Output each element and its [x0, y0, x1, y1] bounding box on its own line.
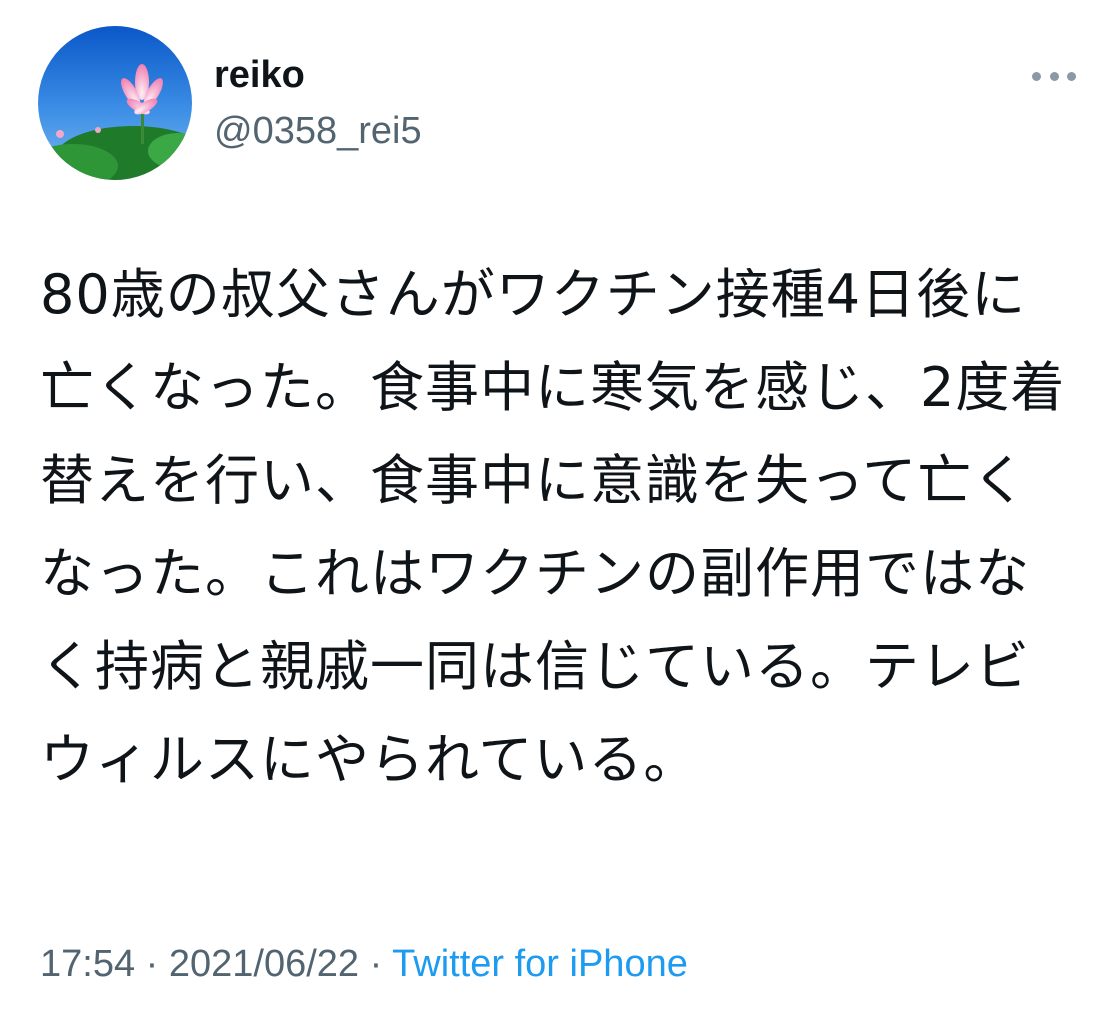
- tweet-metadata: 17:54 · 2021/06/22 · Twitter for iPhone: [40, 940, 688, 988]
- more-horizontal-icon-dot: [1067, 71, 1076, 81]
- author-handle[interactable]: @0358_rei5: [214, 108, 422, 154]
- author-name[interactable]: reiko: [214, 52, 305, 98]
- meta-separator: ·: [359, 943, 393, 985]
- tweet-text: 80歳の叔父さんがワクチン接種4日後に亡くなった。食事中に寒気を感じ、2度着替え…: [40, 263, 1066, 791]
- avatar[interactable]: [38, 26, 192, 180]
- tweet-time[interactable]: 17:54: [40, 943, 135, 985]
- more-horizontal-icon-dot: [1049, 71, 1059, 81]
- more-options-button[interactable]: [1026, 58, 1082, 94]
- more-horizontal-icon: [1032, 71, 1041, 81]
- meta-separator: ·: [135, 943, 169, 985]
- tweet-date[interactable]: 2021/06/22: [169, 943, 359, 985]
- lotus-avatar-icon: [38, 26, 192, 180]
- tweet-card: reiko @0358_rei5 80歳の叔父さんがワクチン接種4日後に亡くなっ…: [0, 0, 1101, 1017]
- tweet-source-link[interactable]: Twitter for iPhone: [392, 943, 688, 985]
